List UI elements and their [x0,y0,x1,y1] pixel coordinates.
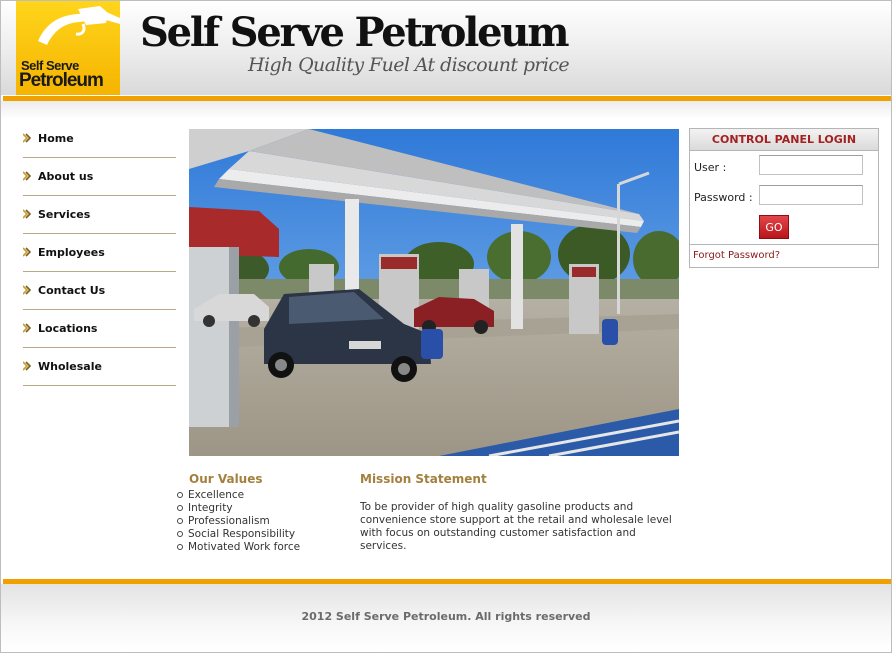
nav-item-label: Contact Us [38,284,106,297]
site-logo[interactable]: Self Serve Petroleum [16,1,120,95]
list-item: Integrity [176,502,300,515]
nav-arrow-icon [23,285,31,295]
site-header: Self Serve Petroleum Self Serve Petroleu… [1,1,891,95]
nav-arrow-icon [23,133,31,143]
site-tagline: High Quality Fuel At discount price [248,54,570,76]
nav-item-wholesale[interactable]: Wholesale [23,348,176,386]
nav-item-label: Employees [38,246,105,259]
nav-item-about-us[interactable]: About us [23,158,176,196]
nav-arrow-icon [23,209,31,219]
list-item: Excellence [176,489,300,502]
nav-item-services[interactable]: Services [23,196,176,234]
login-panel-title: CONTROL PANEL LOGIN [690,129,878,151]
nav-item-employees[interactable]: Employees [23,234,176,272]
fuel-nozzle-icon [38,6,120,45]
mission-heading: Mission Statement [360,472,487,486]
nav-arrow-icon [23,361,31,371]
copyright-text: 2012 Self Serve Petroleum. All rights re… [301,610,591,623]
nav-item-label: Services [38,208,91,221]
mission-text: To be provider of high quality gasoline … [360,501,672,552]
nav-item-label: Home [38,132,74,145]
site-footer: 2012 Self Serve Petroleum. All rights re… [1,584,891,652]
nav-item-label: About us [38,170,94,183]
gas-station-photo [189,129,679,456]
nav-item-locations[interactable]: Locations [23,310,176,348]
forgot-password-link[interactable]: Forgot Password? [693,250,780,261]
password-input[interactable] [759,185,863,205]
page-frame: Self Serve Petroleum Self Serve Petroleu… [0,0,892,653]
list-item: Motivated Work force [176,541,300,554]
user-label: User : [694,161,727,174]
nav-item-label: Wholesale [38,360,102,373]
login-divider [690,244,878,245]
nav-arrow-icon [23,171,31,181]
nav-item-label: Locations [38,322,98,335]
login-panel: CONTROL PANEL LOGIN User : Password : GO… [689,128,879,268]
nav-arrow-icon [23,247,31,257]
values-list: Excellence Integrity Professionalism Soc… [176,489,300,554]
user-input[interactable] [759,155,863,175]
nav-item-contact-us[interactable]: Contact Us [23,272,176,310]
main-navigation: Home About us Services Employees Contact… [23,120,176,386]
subheader-band [1,101,891,119]
logo-text-line2: Petroleum [19,70,104,91]
go-button[interactable]: GO [759,215,789,239]
password-label: Password : [694,191,753,204]
site-title: Self Serve Petroleum [140,9,570,56]
list-item: Professionalism [176,515,300,528]
list-item: Social Responsibility [176,528,300,541]
values-heading: Our Values [189,472,263,486]
nav-arrow-icon [23,323,31,333]
nav-item-home[interactable]: Home [23,120,176,158]
